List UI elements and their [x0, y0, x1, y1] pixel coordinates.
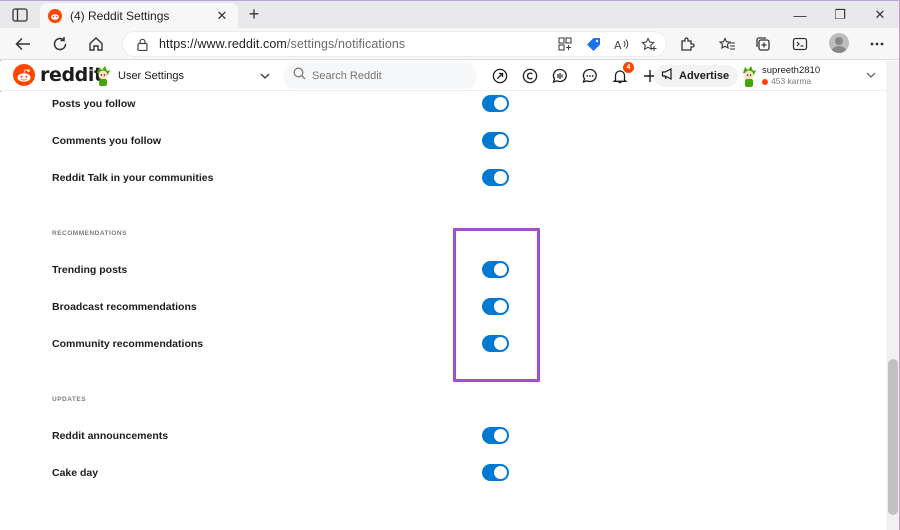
reddit-logo[interactable]: reddit	[13, 64, 103, 86]
address-bar-icons: A	[556, 35, 658, 53]
reddit-header: reddit User Settings 4	[0, 61, 886, 91]
setting-label: Posts you follow	[52, 98, 136, 110]
setting-row-community-recommendations: Community recommendations	[52, 334, 512, 354]
setting-row-comments-you-follow: Comments you follow	[52, 131, 512, 151]
section-title-updates: UPDATES	[52, 396, 87, 403]
page-scrollbar[interactable]	[886, 61, 900, 530]
reddit-favicon-icon	[48, 9, 62, 23]
highlight-box	[453, 228, 540, 382]
browser-tab[interactable]: (4) Reddit Settings ✕	[40, 3, 238, 29]
user-avatar-icon	[94, 65, 112, 87]
tab-title: (4) Reddit Settings	[70, 9, 170, 23]
add-favorite-icon[interactable]	[640, 35, 658, 53]
toggle-switch[interactable]	[482, 427, 509, 444]
setting-row-posts-you-follow: Posts you follow	[52, 94, 512, 114]
search-bar[interactable]	[283, 63, 477, 89]
lock-icon[interactable]	[135, 37, 149, 51]
advertise-label: Advertise	[679, 70, 730, 82]
setting-label: Comments you follow	[52, 135, 162, 147]
setting-label: Reddit Talk in your communities	[52, 172, 214, 184]
web-capture-icon[interactable]	[789, 33, 811, 55]
user-menu[interactable]: supreeth2810 453 karma	[740, 62, 880, 90]
setting-row-reddit-announcements: Reddit announcements	[52, 426, 512, 446]
minimize-button[interactable]: —	[780, 1, 820, 29]
tab-close-icon[interactable]: ✕	[214, 8, 230, 24]
notification-badge: 4	[623, 62, 634, 73]
browser-tab-strip: (4) Reddit Settings ✕ + — ❐ ✕	[0, 0, 900, 29]
community-label: User Settings	[118, 70, 185, 82]
coins-icon[interactable]	[520, 66, 540, 86]
home-icon[interactable]	[85, 33, 107, 55]
browser-toolbar: https://www.reddit.com/settings/notifica…	[0, 28, 900, 60]
setting-row-cake-day: Cake day	[52, 463, 512, 483]
popular-icon[interactable]	[490, 66, 510, 86]
setting-row-trending-posts: Trending posts	[52, 260, 512, 280]
megaphone-icon	[661, 67, 674, 85]
karma-icon	[762, 78, 768, 85]
chevron-down-icon	[866, 70, 876, 81]
user-info: supreeth2810 453 karma	[762, 65, 820, 87]
url-text: https://www.reddit.com/settings/notifica…	[159, 37, 406, 51]
username: supreeth2810	[762, 65, 821, 76]
favorites-icon[interactable]	[716, 33, 738, 55]
app-available-icon[interactable]	[556, 35, 574, 53]
chevron-down-icon	[260, 70, 270, 82]
window-controls: — ❐ ✕	[780, 1, 900, 29]
notifications-bell-icon[interactable]: 4	[610, 62, 634, 86]
setting-row-broadcast-recommendations: Broadcast recommendations	[52, 297, 512, 317]
refresh-icon[interactable]	[49, 33, 71, 55]
back-icon[interactable]	[12, 33, 34, 55]
toggle-switch[interactable]	[482, 132, 509, 149]
read-aloud-icon[interactable]: A	[612, 35, 630, 53]
close-window-button[interactable]: ✕	[860, 1, 900, 29]
svg-text:A: A	[614, 39, 622, 51]
scrollbar-thumb[interactable]	[888, 359, 898, 515]
user-avatar-icon	[740, 64, 758, 88]
header-icons: 4	[490, 62, 660, 86]
collections-icon[interactable]	[752, 33, 774, 55]
coupon-tag-icon[interactable]	[584, 35, 602, 53]
talk-icon[interactable]	[550, 66, 570, 86]
toggle-switch[interactable]	[482, 95, 509, 112]
karma-count: 453 karma	[762, 76, 820, 87]
setting-row-reddit-talk: Reddit Talk in your communities	[52, 168, 512, 188]
address-bar[interactable]: https://www.reddit.com/settings/notifica…	[122, 31, 667, 57]
section-title-recommendations: RECOMMENDATIONS	[52, 230, 127, 237]
more-options-icon[interactable]	[866, 33, 888, 55]
restore-button[interactable]: ❐	[820, 1, 860, 29]
setting-label: Community recommendations	[52, 338, 204, 350]
setting-label: Reddit announcements	[52, 430, 169, 442]
settings-content: Posts you follow Comments you follow Red…	[0, 92, 886, 530]
toggle-switch[interactable]	[482, 169, 509, 186]
extensions-icon[interactable]	[676, 33, 698, 55]
tab-actions-icon[interactable]	[10, 6, 30, 24]
advertise-button[interactable]: Advertise	[654, 65, 739, 87]
community-dropdown[interactable]: User Settings	[94, 64, 270, 88]
search-icon	[293, 67, 306, 85]
new-tab-button[interactable]: +	[244, 5, 264, 25]
setting-label: Cake day	[52, 467, 99, 479]
chat-icon[interactable]	[580, 66, 600, 86]
search-input[interactable]	[312, 70, 462, 82]
setting-label: Broadcast recommendations	[52, 301, 197, 313]
browser-profile-avatar[interactable]	[829, 33, 849, 53]
reddit-snoo-icon	[13, 64, 35, 86]
toggle-switch[interactable]	[482, 464, 509, 481]
setting-label: Trending posts	[52, 264, 128, 276]
